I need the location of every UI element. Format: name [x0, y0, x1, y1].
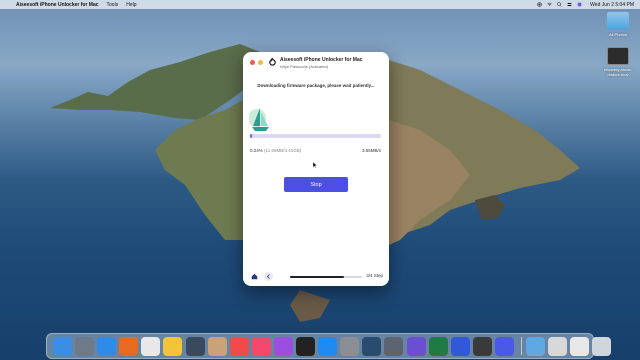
step-progress-fill	[290, 276, 344, 278]
desktop-icon-label: recovery-mode-restore.mov	[603, 67, 632, 77]
photos-icon[interactable]	[163, 336, 183, 356]
home-icon[interactable]	[251, 273, 258, 280]
unlocker-icon[interactable]	[472, 336, 492, 356]
menu-status-area: Wed Jun 2 5:04 PM	[537, 0, 634, 9]
siri-icon[interactable]	[577, 2, 582, 7]
menu-bar: Aiseesoft iPhone Unlocker for Mac Tools …	[0, 0, 640, 9]
window-title: Aiseesoft iPhone Unlocker for Mac	[280, 57, 363, 63]
download-status-message: Downloading firmware package, please wai…	[257, 83, 375, 88]
imovie-icon[interactable]	[406, 336, 426, 356]
close-window-button[interactable]	[250, 60, 255, 65]
contacts-icon[interactable]	[207, 336, 227, 356]
document-stack-icon[interactable]	[548, 336, 568, 356]
dock-separator	[520, 337, 522, 355]
record-icon[interactable]	[537, 2, 542, 7]
screenshot-icon[interactable]	[384, 336, 404, 356]
step-counter: 3/4 Step	[366, 273, 383, 278]
excel-icon[interactable]	[428, 336, 448, 356]
progress-percent: 0.24%	[250, 148, 263, 153]
desktop-icon-label: All Photos	[608, 32, 627, 37]
folder-icon	[607, 12, 629, 30]
settings-icon[interactable]	[340, 336, 360, 356]
wifi-icon[interactable]	[547, 2, 552, 7]
mouse-cursor-icon	[313, 162, 317, 168]
back-button[interactable]	[264, 272, 273, 281]
aiseesoft-icon[interactable]	[450, 336, 470, 356]
downloads-folder-icon[interactable]	[525, 336, 545, 356]
step-progress-bar	[290, 276, 362, 278]
minimize-window-button[interactable]	[258, 60, 263, 65]
search-icon[interactable]	[557, 2, 562, 7]
trash-icon[interactable]	[592, 336, 612, 356]
download-progress-bar	[250, 134, 381, 138]
window-subtitle: Wipe Passcode (Activated)	[280, 64, 329, 69]
sailboat-icon	[249, 108, 269, 131]
video-file-icon	[607, 47, 629, 65]
stop-button[interactable]: Stop	[284, 177, 348, 192]
desktop-icon-all-photos[interactable]: All Photos	[596, 12, 640, 37]
window-titlebar[interactable]: Aiseesoft iPhone Unlocker for Mac Wipe P…	[243, 52, 389, 74]
appletv-icon[interactable]	[296, 336, 316, 356]
download-speed: 3.55MB/s	[361, 148, 381, 153]
quicktime-icon[interactable]	[362, 336, 382, 356]
podcasts-icon[interactable]	[273, 336, 293, 356]
desktop-icon-recovery-video[interactable]: recovery-mode-restore.mov	[596, 47, 640, 77]
download-progress-text: 0.24% (11.06MB/4.41GB)	[250, 148, 301, 153]
app-window: Aiseesoft iPhone Unlocker for Mac Wipe P…	[243, 52, 389, 286]
preview-stack-icon[interactable]	[570, 336, 590, 356]
safari-icon[interactable]	[97, 336, 117, 356]
dock	[46, 333, 612, 359]
migration-icon[interactable]	[185, 336, 205, 356]
control-center-icon[interactable]	[567, 2, 572, 7]
menu-help[interactable]: Help	[126, 2, 136, 8]
progress-size: (11.06MB/4.41GB)	[264, 148, 302, 153]
news-icon[interactable]	[229, 336, 249, 356]
firefox-icon[interactable]	[119, 336, 139, 356]
chrome-icon[interactable]	[141, 336, 161, 356]
download-progress-fill	[250, 134, 252, 138]
menu-tools[interactable]: Tools	[107, 2, 119, 8]
finder-icon[interactable]	[53, 336, 72, 356]
app-logo-icon	[269, 57, 276, 66]
phone-transfer-icon[interactable]	[494, 336, 514, 356]
menu-clock[interactable]: Wed Jun 2 5:04 PM	[590, 2, 634, 8]
chevron-left-icon	[266, 274, 270, 279]
appstore-icon[interactable]	[318, 336, 338, 356]
launchpad-icon[interactable]	[75, 336, 95, 356]
menu-app-name[interactable]: Aiseesoft iPhone Unlocker for Mac	[16, 2, 99, 8]
music-icon[interactable]	[251, 336, 271, 356]
